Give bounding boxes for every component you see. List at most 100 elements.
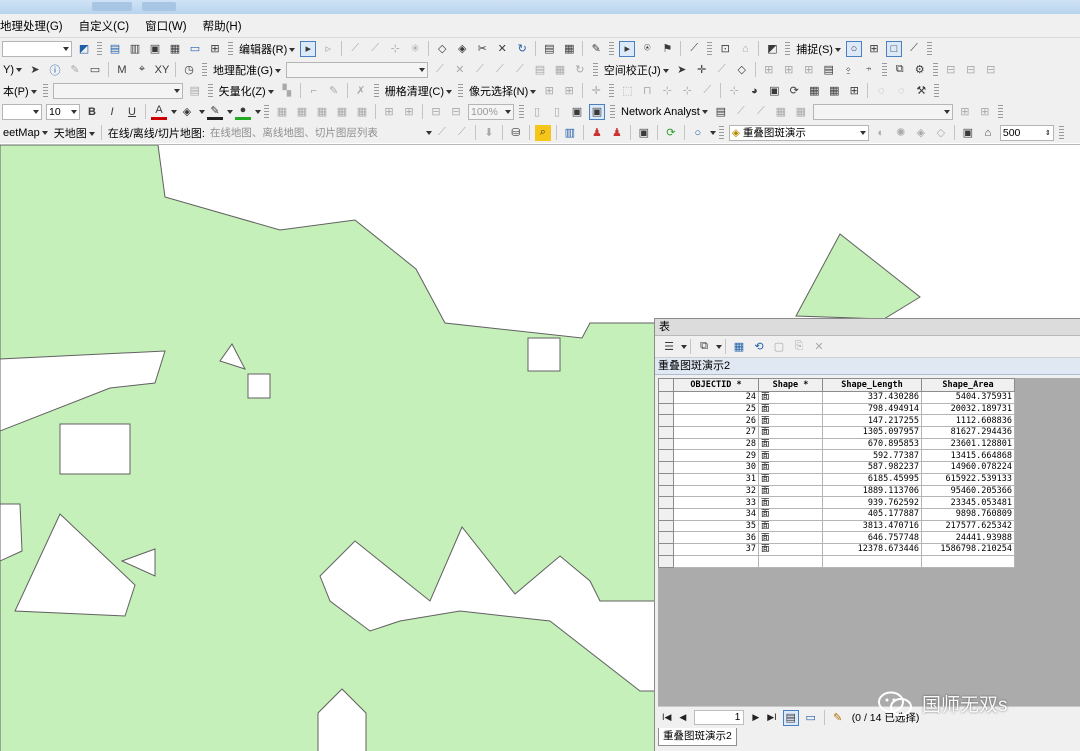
line-color-icon[interactable]: ✎ — [207, 104, 223, 120]
row-selector[interactable] — [658, 449, 674, 463]
georef-tool-icon[interactable]: ⟋ — [472, 62, 488, 78]
options-icon[interactable]: ⚙ — [912, 62, 928, 78]
toolbar-grip[interactable] — [609, 41, 615, 56]
toolbar-grip[interactable] — [718, 125, 724, 140]
draw-tool-icon[interactable]: ⊞ — [401, 104, 417, 120]
cell-shape-area[interactable]: 23345.053481 — [921, 496, 1015, 509]
cell-shape[interactable]: 面 — [758, 437, 823, 451]
view-link-table-icon[interactable]: ▤ — [821, 62, 837, 78]
row-selector[interactable] — [658, 426, 674, 439]
cell-shape-area[interactable]: 9898.760809 — [921, 507, 1015, 521]
previous-record-icon[interactable]: ◀ — [679, 712, 686, 723]
text-layer-combo[interactable] — [52, 82, 183, 99]
toolbar-grip[interactable] — [609, 83, 615, 98]
toolbox-icon[interactable]: ▣ — [147, 41, 163, 57]
toolbar-grip[interactable] — [373, 83, 379, 98]
adjust-tool-icon[interactable]: ⊞ — [801, 62, 817, 78]
effects-icon[interactable]: ✺ — [893, 125, 909, 141]
cell-shape-length[interactable]: 670.895853 — [822, 437, 922, 451]
vertex-snap-icon[interactable]: □ — [885, 40, 902, 57]
cell-shape-area[interactable]: 615922.539133 — [921, 472, 1015, 486]
edit-pointer-icon[interactable]: ▸ — [300, 40, 317, 57]
info-icon[interactable]: ⓘ — [47, 62, 63, 78]
cell-shape-length[interactable]: 798.494914 — [822, 402, 922, 416]
window-icon[interactable]: ▭ — [187, 41, 203, 57]
cell-shape[interactable]: 面 — [758, 426, 823, 439]
cell-shape-length[interactable]: 6185.45995 — [822, 472, 922, 486]
table-icon[interactable]: ▤ — [107, 41, 123, 57]
empty-cell[interactable] — [921, 554, 1015, 568]
cell-shape[interactable]: 面 — [758, 472, 823, 486]
find-route-icon[interactable]: ⌖ — [134, 62, 150, 78]
vectorize-tool-icon[interactable]: ▚ — [279, 83, 295, 99]
chart-icon[interactable]: ◩ — [76, 41, 92, 57]
rotate-icon[interactable]: ↻ — [572, 62, 588, 78]
link-table-icon[interactable]: ▤ — [532, 62, 548, 78]
delete-selection-icon[interactable]: ✕ — [811, 339, 827, 355]
row-selector[interactable] — [658, 391, 674, 404]
column-objectid[interactable]: OBJECTID * — [673, 378, 759, 392]
row-selector[interactable] — [658, 519, 674, 533]
layer-icon[interactable]: ⧉ — [892, 62, 908, 78]
row-selector[interactable] — [658, 507, 674, 521]
vectorize-tool-icon[interactable]: ⌐ — [306, 83, 322, 99]
next-record-icon[interactable]: ▶ — [752, 712, 759, 723]
trace-icon[interactable]: ⊹ — [387, 41, 403, 57]
table-row[interactable]: 37 面 12378.673446 1586798.210254 — [658, 542, 1015, 556]
toolbar-grip[interactable] — [881, 62, 887, 77]
person-icon[interactable]: ♟ — [589, 125, 605, 141]
cell-shape-length[interactable]: 337.430286 — [822, 391, 922, 404]
select-icon[interactable]: ▸ — [619, 40, 636, 57]
database-icon[interactable]: ⛁ — [508, 125, 524, 141]
georeferencing-menu[interactable]: 地理配准(G) — [213, 62, 281, 78]
column-shape-length[interactable]: Shape_Length — [822, 378, 922, 392]
attribute-table-window[interactable]: 表 ☰ ⧉ ▦ ⟲ ▢ ⎘ ✕ 重叠图斑演示2 OBJECTID * Shape… — [654, 318, 1080, 751]
effects-icon[interactable]: ◇ — [933, 125, 949, 141]
layout-tool-icon[interactable]: ▣ — [589, 103, 605, 120]
find-icon[interactable]: M — [114, 62, 130, 78]
toolbar-grip[interactable] — [707, 41, 713, 56]
cell-shape-length[interactable]: 939.762592 — [822, 496, 922, 509]
cell-shape-area[interactable]: 24441.93988 — [921, 531, 1015, 544]
image-tool-icon[interactable]: ◌ — [873, 83, 889, 99]
menu-geoprocessing[interactable]: 地理处理(G) — [0, 18, 71, 34]
cell-objectid[interactable]: 29 — [673, 449, 759, 463]
cell-shape[interactable]: 面 — [758, 414, 823, 428]
table-row[interactable]: 34 面 405.177887 9898.760809 — [658, 507, 1015, 521]
online-tool-icon[interactable]: ⟋ — [454, 125, 470, 141]
tianditu-menu[interactable]: 天地图 — [54, 125, 95, 141]
cell-objectid[interactable]: 30 — [673, 461, 759, 474]
preview-icon[interactable]: ⍚ — [841, 62, 857, 78]
end-snap-icon[interactable]: ⊞ — [866, 41, 882, 57]
circle-icon[interactable]: ○ — [690, 125, 706, 141]
catalog-icon[interactable]: ▥ — [127, 41, 143, 57]
cell-objectid[interactable]: 24 — [673, 391, 759, 404]
cell-shape[interactable]: 面 — [758, 402, 823, 416]
toolbar-grip[interactable] — [519, 104, 524, 119]
overlap-polygon-main[interactable] — [0, 145, 701, 751]
edit-vertices-icon[interactable]: ◇ — [434, 41, 450, 57]
cell-shape[interactable]: 面 — [758, 461, 823, 474]
model-icon[interactable]: ⊞ — [207, 41, 223, 57]
attribute-grid[interactable]: OBJECTID * Shape * Shape_Length Shape_Ar… — [658, 378, 1080, 706]
edit-annotation-icon[interactable]: ⍟ — [639, 41, 655, 57]
draw-tool-icon[interactable]: ▦ — [354, 104, 370, 120]
cell-objectid[interactable]: 25 — [673, 402, 759, 416]
new-link-icon[interactable]: ✛ — [694, 62, 710, 78]
vectorize-tool-icon[interactable]: ✎ — [326, 83, 342, 99]
font-size-combo[interactable]: 10 — [46, 103, 80, 120]
spatial-adjustment-menu[interactable]: 空间校正(J) — [604, 62, 669, 78]
georef-layer-combo[interactable] — [285, 61, 428, 78]
topology-icon[interactable]: ⊡ — [717, 41, 733, 57]
menu-window[interactable]: 窗口(W) — [137, 18, 195, 34]
text-tool-icon[interactable]: ▤ — [187, 83, 203, 99]
draw-tool-icon[interactable]: ▦ — [274, 104, 290, 120]
link-table-icon[interactable]: ⊞ — [761, 62, 777, 78]
georef-tool-icon[interactable]: ⟋ — [432, 62, 448, 78]
cell-shape-length[interactable]: 1889.113706 — [822, 484, 922, 498]
select-by-attributes-icon[interactable]: ▦ — [731, 339, 747, 355]
truncated-menu[interactable]: Y) — [3, 64, 22, 76]
cell-objectid[interactable]: 26 — [673, 414, 759, 428]
cell-shape-length[interactable]: 646.757748 — [822, 531, 922, 544]
table-row[interactable]: 30 面 587.982237 14960.078224 — [658, 461, 1015, 474]
